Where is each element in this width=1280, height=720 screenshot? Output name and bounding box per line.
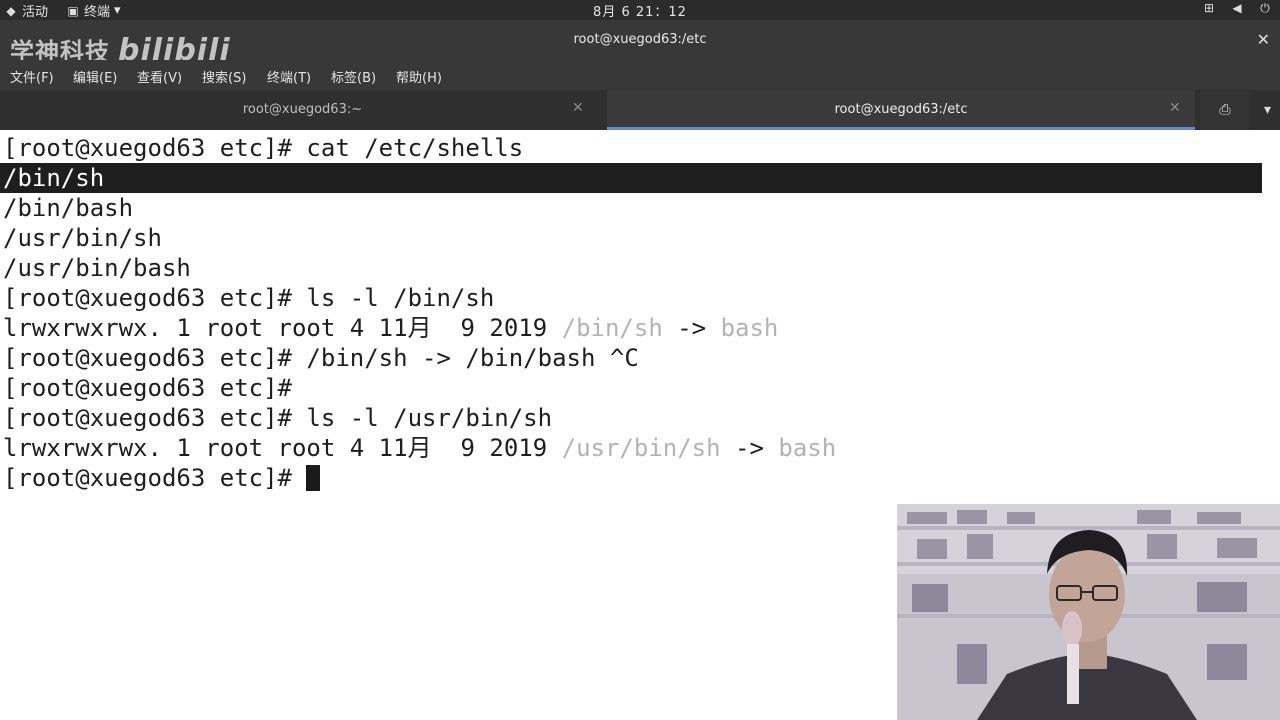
symlink-arrow: -> xyxy=(720,434,779,462)
tab-bar: root@xuegod63:~ ✕ root@xuegod63:/etc ✕ xyxy=(0,90,1280,130)
system-top-bar: ◆ 活动 ▣ 终端 ▾ 8月 6 21：12 ⊞ ◀ ⏻ xyxy=(0,0,1280,20)
terminal-line: [root@xuegod63 etc]# ls -l /bin/sh xyxy=(3,284,495,312)
menu-bar: 文件(F) 编辑(E) 查看(V) 搜索(S) 终端(T) 标签(B) 帮助(H… xyxy=(0,60,1280,90)
tab-label: root@xuegod63:/etc xyxy=(834,102,968,117)
new-tab-button[interactable]: ⎙ xyxy=(1200,90,1250,130)
symlink-target: bash xyxy=(720,314,779,342)
volume-icon[interactable]: ◀ xyxy=(1230,1,1244,15)
system-tray[interactable]: ⊞ ◀ ⏻ xyxy=(1202,1,1272,15)
menu-icon: ▾ xyxy=(1263,102,1272,118)
webcam-overlay xyxy=(897,504,1280,720)
power-icon[interactable]: ⏻ xyxy=(1258,1,1272,15)
menu-search[interactable]: 搜索(S) xyxy=(202,67,246,86)
terminal-line: [root@xuegod63 etc]# ls -l /usr/bin/sh xyxy=(3,404,553,432)
terminal-line: [root@xuegod63 etc]# /bin/sh -> /bin/bas… xyxy=(3,344,639,372)
tab-etc[interactable]: root@xuegod63:/etc ✕ xyxy=(607,90,1195,130)
symlink-name: /bin/sh xyxy=(561,314,663,342)
terminal-line: /usr/bin/bash xyxy=(3,254,191,282)
prompt-text: [root@xuegod63 etc]# xyxy=(3,464,307,492)
tab-menu-button[interactable]: ▾ xyxy=(1255,90,1280,130)
menu-edit[interactable]: 编辑(E) xyxy=(73,67,117,86)
close-icon[interactable]: ✕ xyxy=(1169,100,1181,116)
text-cursor xyxy=(306,464,321,491)
terminal-line-selected: /bin/sh xyxy=(0,163,1262,193)
window-title: root@xuegod63:/etc xyxy=(573,32,707,47)
clock[interactable]: 8月 6 21：12 xyxy=(0,1,1280,20)
menu-terminal[interactable]: 终端(T) xyxy=(267,67,311,86)
menu-tabs[interactable]: 标签(B) xyxy=(331,67,376,86)
terminal-line: /bin/bash xyxy=(3,194,134,222)
tab-label: root@xuegod63:~ xyxy=(242,102,363,117)
terminal-line: /usr/bin/sh xyxy=(3,224,162,252)
terminal-line: lrwxrwxrwx. 1 root root 4 11月 9 2019 /bi… xyxy=(3,313,778,343)
listing-text: lrwxrwxrwx. 1 root root 4 11月 9 2019 xyxy=(3,434,562,462)
symlink-arrow: -> xyxy=(662,314,721,342)
terminal-line: [root@xuegod63 etc]# cat /etc/shells xyxy=(3,134,524,162)
menu-view[interactable]: 查看(V) xyxy=(137,67,182,86)
tab-home[interactable]: root@xuegod63:~ ✕ xyxy=(0,90,605,130)
terminal-prompt-line[interactable]: [root@xuegod63 etc]# xyxy=(3,463,321,493)
listing-text: lrwxrwxrwx. 1 root root 4 11月 9 2019 xyxy=(3,314,562,342)
terminal-line: [root@xuegod63 etc]# xyxy=(3,374,292,402)
new-tab-icon: ⎙ xyxy=(1219,102,1231,118)
close-icon[interactable]: ✕ xyxy=(1257,30,1270,49)
symlink-target: bash xyxy=(778,434,837,462)
symlink-name: /usr/bin/sh xyxy=(561,434,721,462)
menu-file[interactable]: 文件(F) xyxy=(10,67,54,86)
close-icon[interactable]: ✕ xyxy=(572,100,584,116)
presenter-video xyxy=(897,504,1280,720)
window-title-bar[interactable]: 学神科技 bilibili root@xuegod63:/etc ✕ xyxy=(0,20,1280,68)
terminal-line: lrwxrwxrwx. 1 root root 4 11月 9 2019 /us… xyxy=(3,433,836,463)
network-icon[interactable]: ⊞ xyxy=(1202,1,1216,15)
menu-help[interactable]: 帮助(H) xyxy=(396,67,442,86)
